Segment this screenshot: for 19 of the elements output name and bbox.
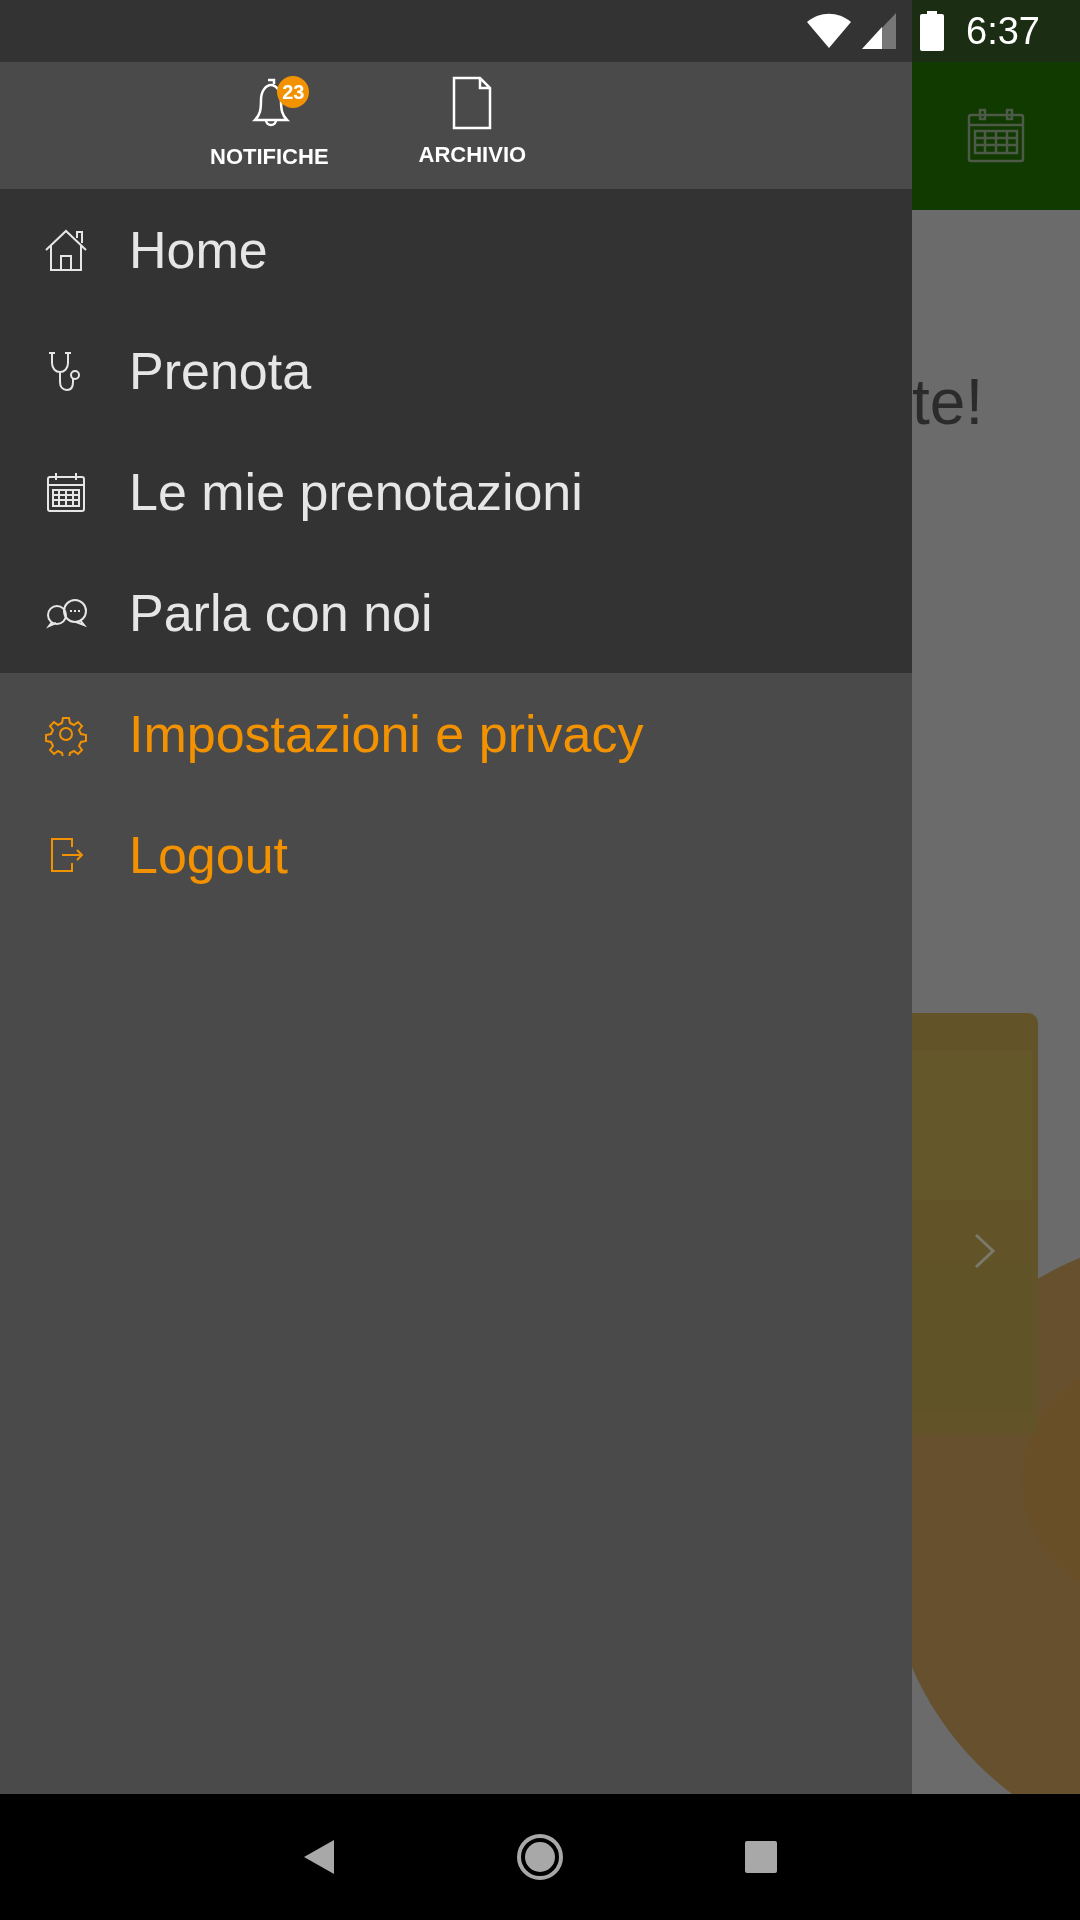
document-icon <box>452 76 493 130</box>
archive-tab[interactable]: ARCHIVIO <box>418 76 527 171</box>
wifi-icon <box>806 13 853 49</box>
notifications-tab[interactable]: 23 NOTIFICHE <box>210 76 329 173</box>
overview-icon[interactable] <box>744 1840 778 1874</box>
menu-item[interactable]: Impostazioni e privacy <box>0 673 912 794</box>
home-icon <box>43 227 88 272</box>
clock-time: 6:37 <box>966 8 1040 54</box>
home-icon[interactable] <box>516 1833 564 1881</box>
heading-text: te! <box>912 370 984 434</box>
menu-item[interactable]: Prenota <box>0 310 912 431</box>
signal-icon <box>862 13 897 49</box>
back-icon[interactable] <box>302 1838 336 1876</box>
notification-count-badge: 23 <box>277 76 310 108</box>
menu-item[interactable]: Home <box>0 189 912 310</box>
menu-item[interactable]: Logout <box>0 794 912 915</box>
battery-icon <box>920 11 945 51</box>
menu-item[interactable]: Le mie prenotazioni <box>0 431 912 552</box>
menu-item[interactable]: Parla con noi <box>0 552 912 673</box>
